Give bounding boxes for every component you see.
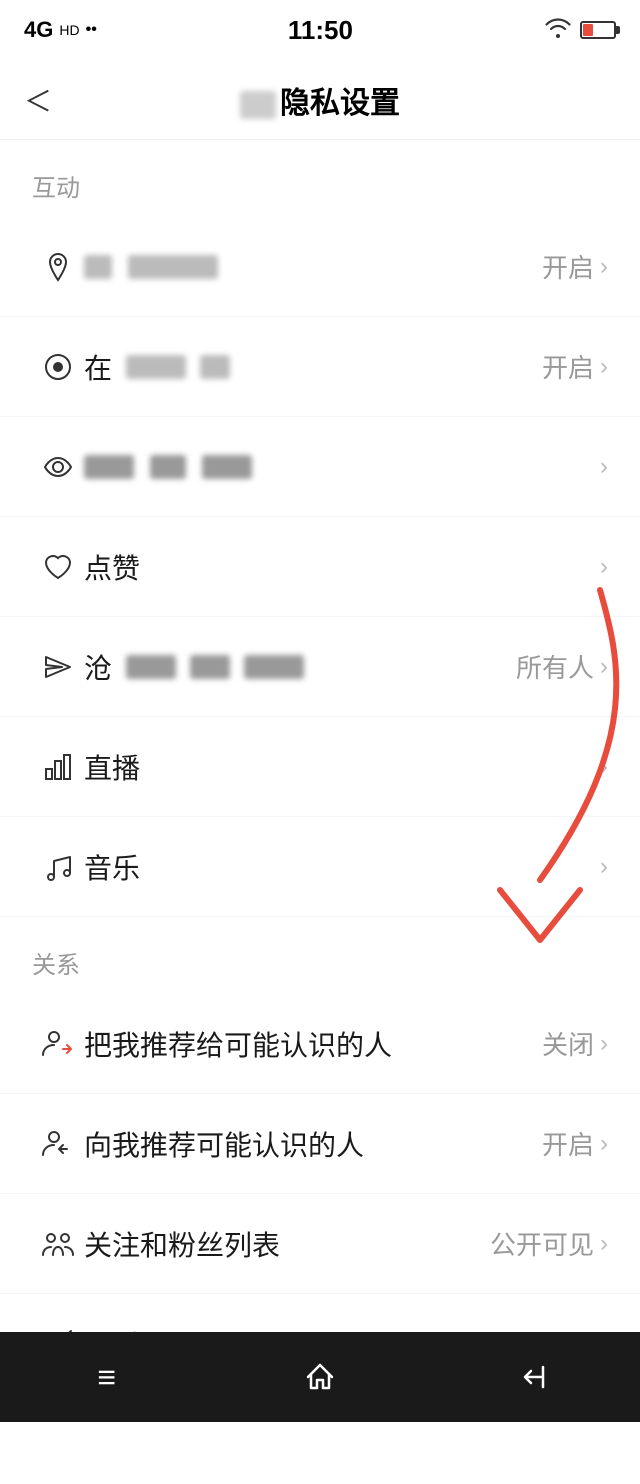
- eye-value: ›: [600, 453, 608, 481]
- send-status: 所有人: [516, 648, 594, 685]
- chevron-icon: ›: [600, 253, 608, 281]
- music-content: 音乐: [84, 847, 600, 887]
- eye-icon: [32, 451, 84, 483]
- chevron-icon: ›: [600, 553, 608, 581]
- location-status: 开启: [542, 248, 594, 285]
- status-time: 11:50: [288, 15, 353, 46]
- fans-list-icon: [32, 1227, 84, 1261]
- list-item-music[interactable]: 音乐 ›: [0, 817, 640, 917]
- barchart-icon: [32, 751, 84, 783]
- fans-list-value: 公开可见 ›: [490, 1225, 608, 1262]
- recommend-to-me-content: 向我推荐可能认识的人: [84, 1124, 542, 1164]
- online-text: 在: [84, 347, 112, 387]
- online-status: 开启: [542, 348, 594, 385]
- battery-icon: [580, 21, 616, 39]
- recommend-me-content: 把我推荐给可能认识的人: [84, 1024, 542, 1064]
- chevron-icon: ›: [600, 753, 608, 781]
- online-content: 在: [84, 347, 542, 387]
- section-label-guanxi: 关系: [0, 917, 640, 994]
- recommend-me-text: 把我推荐给可能认识的人: [84, 1024, 392, 1064]
- list-item-fans-list[interactable]: 关注和粉丝列表 公开可见 ›: [0, 1194, 640, 1294]
- list-item-recommend-me[interactable]: 把我推荐给可能认识的人 关闭 ›: [0, 994, 640, 1094]
- chevron-icon: ›: [600, 353, 608, 381]
- live-content: 直播: [84, 747, 600, 787]
- location-content: [84, 255, 542, 279]
- music-icon: [32, 851, 84, 883]
- nav-menu-button[interactable]: ≡: [67, 1347, 147, 1407]
- like-text: 点赞: [84, 547, 140, 587]
- eye-content: [84, 455, 600, 479]
- status-signal: 4G HD ••: [24, 17, 97, 43]
- send-content: 沧: [84, 647, 516, 687]
- live-value: ›: [600, 753, 608, 781]
- chevron-icon: ›: [600, 653, 608, 681]
- nav-bar: ≡: [0, 1332, 640, 1422]
- nav-back-button[interactable]: [493, 1347, 573, 1407]
- recommend-me-icon: [32, 1027, 84, 1061]
- fans-list-status: 公开可见: [490, 1225, 594, 1262]
- chevron-icon: ›: [600, 453, 608, 481]
- recommend-to-me-value: 开启 ›: [542, 1125, 608, 1162]
- recommend-me-status: 关闭: [542, 1025, 594, 1062]
- fans-list-content: 关注和粉丝列表: [84, 1224, 490, 1264]
- list-item-online[interactable]: 在 开启 ›: [0, 317, 640, 417]
- section-label-hudong: 互动: [0, 140, 640, 217]
- like-value: ›: [600, 553, 608, 581]
- fans-list-text: 关注和粉丝列表: [84, 1224, 280, 1264]
- status-bar: 4G HD •• 11:50: [0, 0, 640, 60]
- chevron-icon: ›: [600, 1130, 608, 1158]
- dots-icon: ••: [86, 21, 97, 39]
- music-text: 音乐: [84, 847, 140, 887]
- list-item-recommend-to-me[interactable]: 向我推荐可能认识的人 开启 ›: [0, 1094, 640, 1194]
- content: 互动 开启 › 在 开启: [0, 140, 640, 1484]
- status-indicators: [544, 16, 616, 44]
- back-button[interactable]: ＜: [24, 80, 52, 120]
- recommend-to-me-icon: [32, 1127, 84, 1161]
- recommend-to-me-status: 开启: [542, 1125, 594, 1162]
- list-item-live[interactable]: 直播 ›: [0, 717, 640, 817]
- chevron-icon: ›: [600, 1030, 608, 1058]
- list-item-like[interactable]: 点赞 ›: [0, 517, 640, 617]
- send-icon: [32, 651, 84, 683]
- recommend-me-value: 关闭 ›: [542, 1025, 608, 1062]
- online-value: 开启 ›: [542, 348, 608, 385]
- header: ＜ 隐私设置: [0, 60, 640, 140]
- online-icon: [32, 351, 84, 383]
- wifi-icon: [544, 16, 572, 44]
- hd-badge: HD: [59, 22, 79, 38]
- recommend-to-me-text: 向我推荐可能认识的人: [84, 1124, 364, 1164]
- signal-text: 4G: [24, 17, 53, 43]
- music-value: ›: [600, 853, 608, 881]
- list-item-send[interactable]: 沧 所有人 ›: [0, 617, 640, 717]
- like-content: 点赞: [84, 547, 600, 587]
- live-text: 直播: [84, 747, 140, 787]
- chevron-icon: ›: [600, 853, 608, 881]
- chevron-icon: ›: [600, 1230, 608, 1258]
- page-title: 隐私设置: [240, 78, 400, 122]
- send-text: 沧: [84, 647, 112, 687]
- list-item-location[interactable]: 开启 ›: [0, 217, 640, 317]
- heart-icon: [32, 551, 84, 583]
- nav-home-button[interactable]: [280, 1347, 360, 1407]
- list-item-eye[interactable]: ›: [0, 417, 640, 517]
- location-value: 开启 ›: [542, 248, 608, 285]
- send-value: 所有人 ›: [516, 648, 608, 685]
- location-icon: [32, 251, 84, 283]
